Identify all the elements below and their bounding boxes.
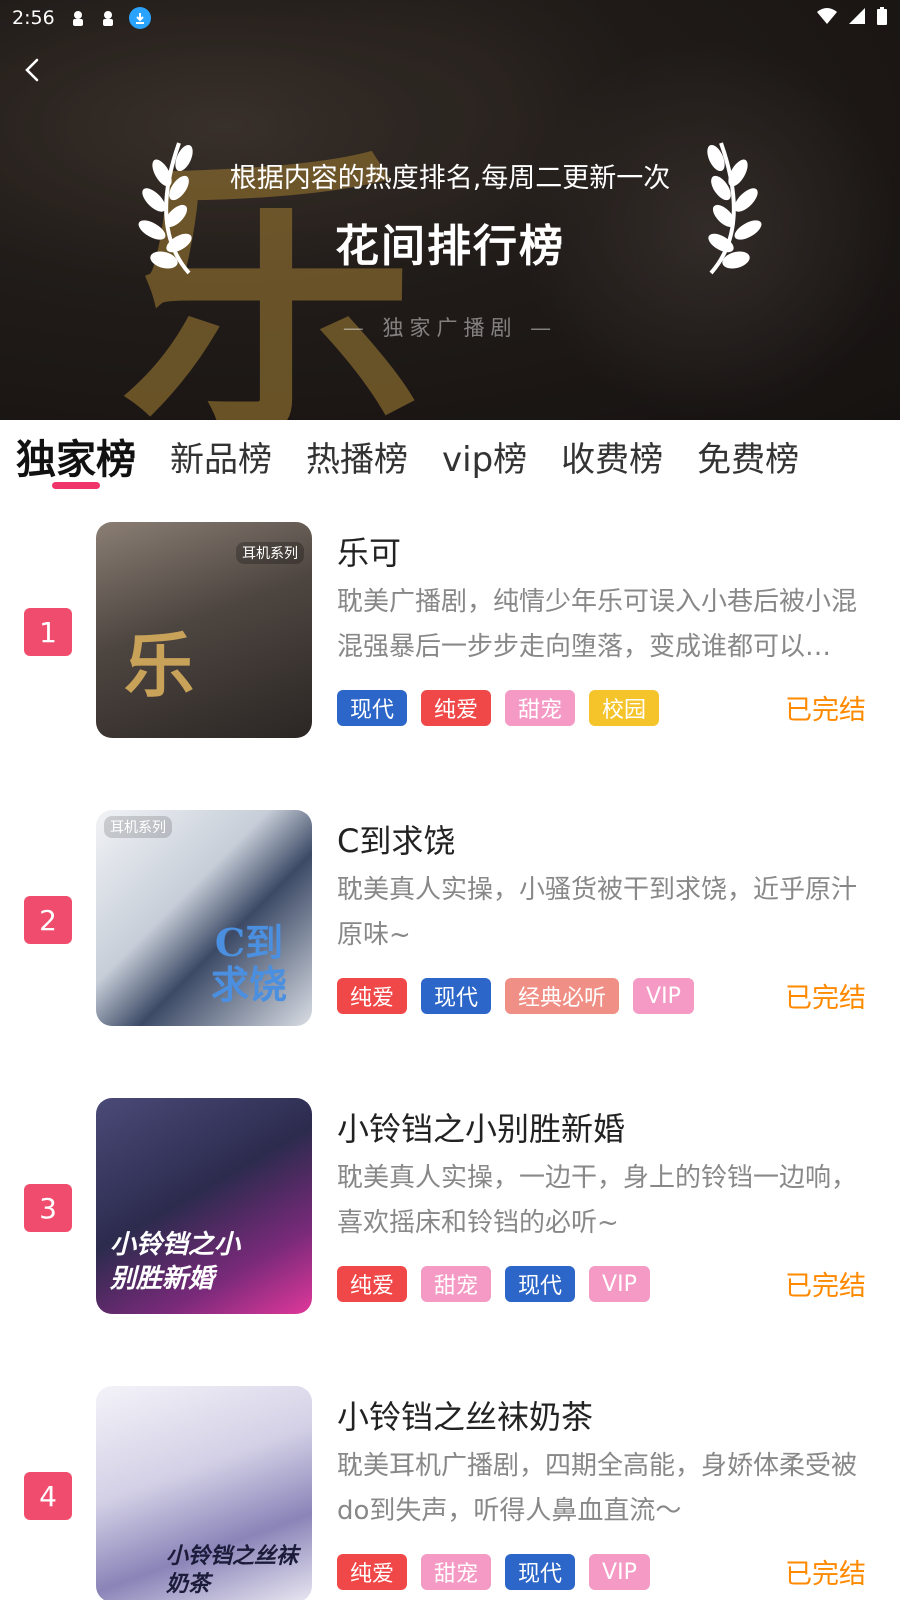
status-bar: 2:56: [0, 0, 900, 36]
cover-title-art: 小铃铛之丝袜奶茶: [166, 1543, 299, 1597]
list-item[interactable]: 4 小铃铛之丝袜奶茶 小铃铛之丝袜奶茶 耽美耳机广播剧，四期全高能，身娇体柔受被…: [0, 1364, 900, 1600]
page-title: 花间排行榜: [335, 221, 565, 272]
tag[interactable]: 纯爱: [421, 690, 492, 726]
rank-badge: 2: [24, 896, 72, 944]
cover-title-art: 小铃铛之小别胜新婚: [110, 1230, 241, 1294]
tab-free[interactable]: 免费榜: [697, 437, 799, 483]
tab-hot[interactable]: 热播榜: [306, 437, 408, 483]
cover-image[interactable]: 耳机系列 C到求饶: [96, 810, 312, 1026]
rank-badge: 1: [24, 608, 72, 656]
completion-status: 已完结: [785, 1271, 866, 1302]
item-title[interactable]: 乐可: [337, 528, 401, 574]
notification-icon: [99, 9, 117, 27]
battery-icon: [876, 6, 888, 31]
item-title[interactable]: 小铃铛之小别胜新婚: [337, 1104, 625, 1150]
item-title[interactable]: 小铃铛之丝袜奶茶: [337, 1392, 593, 1438]
tag[interactable]: 现代: [505, 1266, 576, 1302]
signal-icon: [848, 7, 866, 30]
item-description: 耽美真人实操，一边干，身上的铃铛一边响，喜欢摇床和铃铛的必听~: [337, 1163, 857, 1238]
item-description: 耽美耳机广播剧，四期全高能，身娇体柔受被do到失声，听得人鼻血直流～: [337, 1451, 857, 1526]
tag[interactable]: 甜宠: [505, 690, 576, 726]
cover-series-label: 耳机系列: [236, 542, 304, 564]
tab-vip[interactable]: vip榜: [442, 437, 527, 483]
tag-list: 纯爱 现代 经典必听 VIP: [337, 978, 694, 1014]
tag[interactable]: 纯爱: [337, 1266, 408, 1302]
chevron-left-icon: [25, 58, 39, 82]
header-banner: 乐 2:56 根据内容的热度排名,每周二更新一次 花间排行榜 — 独家广播剧 —: [0, 0, 900, 420]
tag[interactable]: 现代: [337, 690, 408, 726]
list-item[interactable]: 1 耳机系列 乐 乐可 耽美广播剧，纯情少年乐可误入小巷后被小混混强暴后一步步走…: [0, 500, 900, 788]
header-subtitle: 根据内容的热度排名,每周二更新一次: [229, 163, 671, 194]
tag[interactable]: 纯爱: [337, 1554, 408, 1590]
tag-list: 现代 纯爱 甜宠 校园: [337, 690, 660, 726]
ranking-tabs: 独家榜 新品榜 热播榜 vip榜 收费榜 免费榜: [0, 420, 900, 500]
tag[interactable]: VIP: [589, 1554, 650, 1590]
item-description: 耽美真人实操，小骚货被干到求饶，近乎原汁原味~: [337, 875, 857, 950]
completion-status: 已完结: [785, 983, 866, 1014]
cover-series-label: 耳机系列: [104, 816, 172, 838]
list-item[interactable]: 3 小铃铛之小别胜新婚 小铃铛之小别胜新婚 耽美真人实操，一边干，身上的铃铛一边…: [0, 1076, 900, 1364]
tag-list: 纯爱 甜宠 现代 VIP: [337, 1554, 650, 1590]
rank-badge: 4: [24, 1472, 72, 1520]
completion-status: 已完结: [785, 695, 866, 726]
list-item[interactable]: 2 耳机系列 C到求饶 C到求饶 耽美真人实操，小骚货被干到求饶，近乎原汁原味~…: [0, 788, 900, 1076]
tag[interactable]: 甜宠: [421, 1266, 492, 1302]
tag[interactable]: VIP: [589, 1266, 650, 1302]
completion-status: 已完结: [785, 1559, 866, 1590]
tag[interactable]: 现代: [421, 978, 492, 1014]
tag[interactable]: VIP: [633, 978, 694, 1014]
tag-list: 纯爱 甜宠 现代 VIP: [337, 1266, 650, 1302]
rank-badge: 3: [24, 1184, 72, 1232]
wifi-icon: [816, 7, 838, 30]
tab-new[interactable]: 新品榜: [170, 437, 272, 483]
cover-image[interactable]: 小铃铛之小别胜新婚: [96, 1098, 312, 1314]
tag[interactable]: 经典必听: [505, 978, 620, 1014]
tag[interactable]: 校园: [589, 690, 660, 726]
tab-label: 独家榜: [16, 437, 136, 483]
active-tab-indicator: [52, 482, 100, 489]
status-time: 2:56: [12, 7, 55, 29]
tag[interactable]: 现代: [505, 1554, 576, 1590]
download-icon: [128, 7, 151, 29]
item-title[interactable]: C到求饶: [337, 816, 455, 862]
header-tagline: — 独家广播剧 —: [342, 316, 558, 340]
tab-exclusive[interactable]: 独家榜: [16, 437, 136, 489]
cover-image[interactable]: 耳机系列 乐: [96, 522, 312, 738]
tab-paid[interactable]: 收费榜: [561, 437, 663, 483]
tag[interactable]: 甜宠: [421, 1554, 492, 1590]
item-description: 耽美广播剧，纯情少年乐可误入小巷后被小混混强暴后一步步走向堕落，变成谁都可以的玩…: [337, 587, 857, 662]
back-button[interactable]: [14, 52, 50, 88]
notification-icon: [69, 9, 87, 27]
cover-title-art: 乐: [124, 624, 194, 707]
ranking-list: 1 耳机系列 乐 乐可 耽美广播剧，纯情少年乐可误入小巷后被小混混强暴后一步步走…: [0, 500, 900, 1600]
tag[interactable]: 纯爱: [337, 978, 408, 1014]
cover-title-art: C到求饶: [210, 920, 287, 1007]
cover-image[interactable]: 小铃铛之丝袜奶茶: [96, 1386, 312, 1600]
